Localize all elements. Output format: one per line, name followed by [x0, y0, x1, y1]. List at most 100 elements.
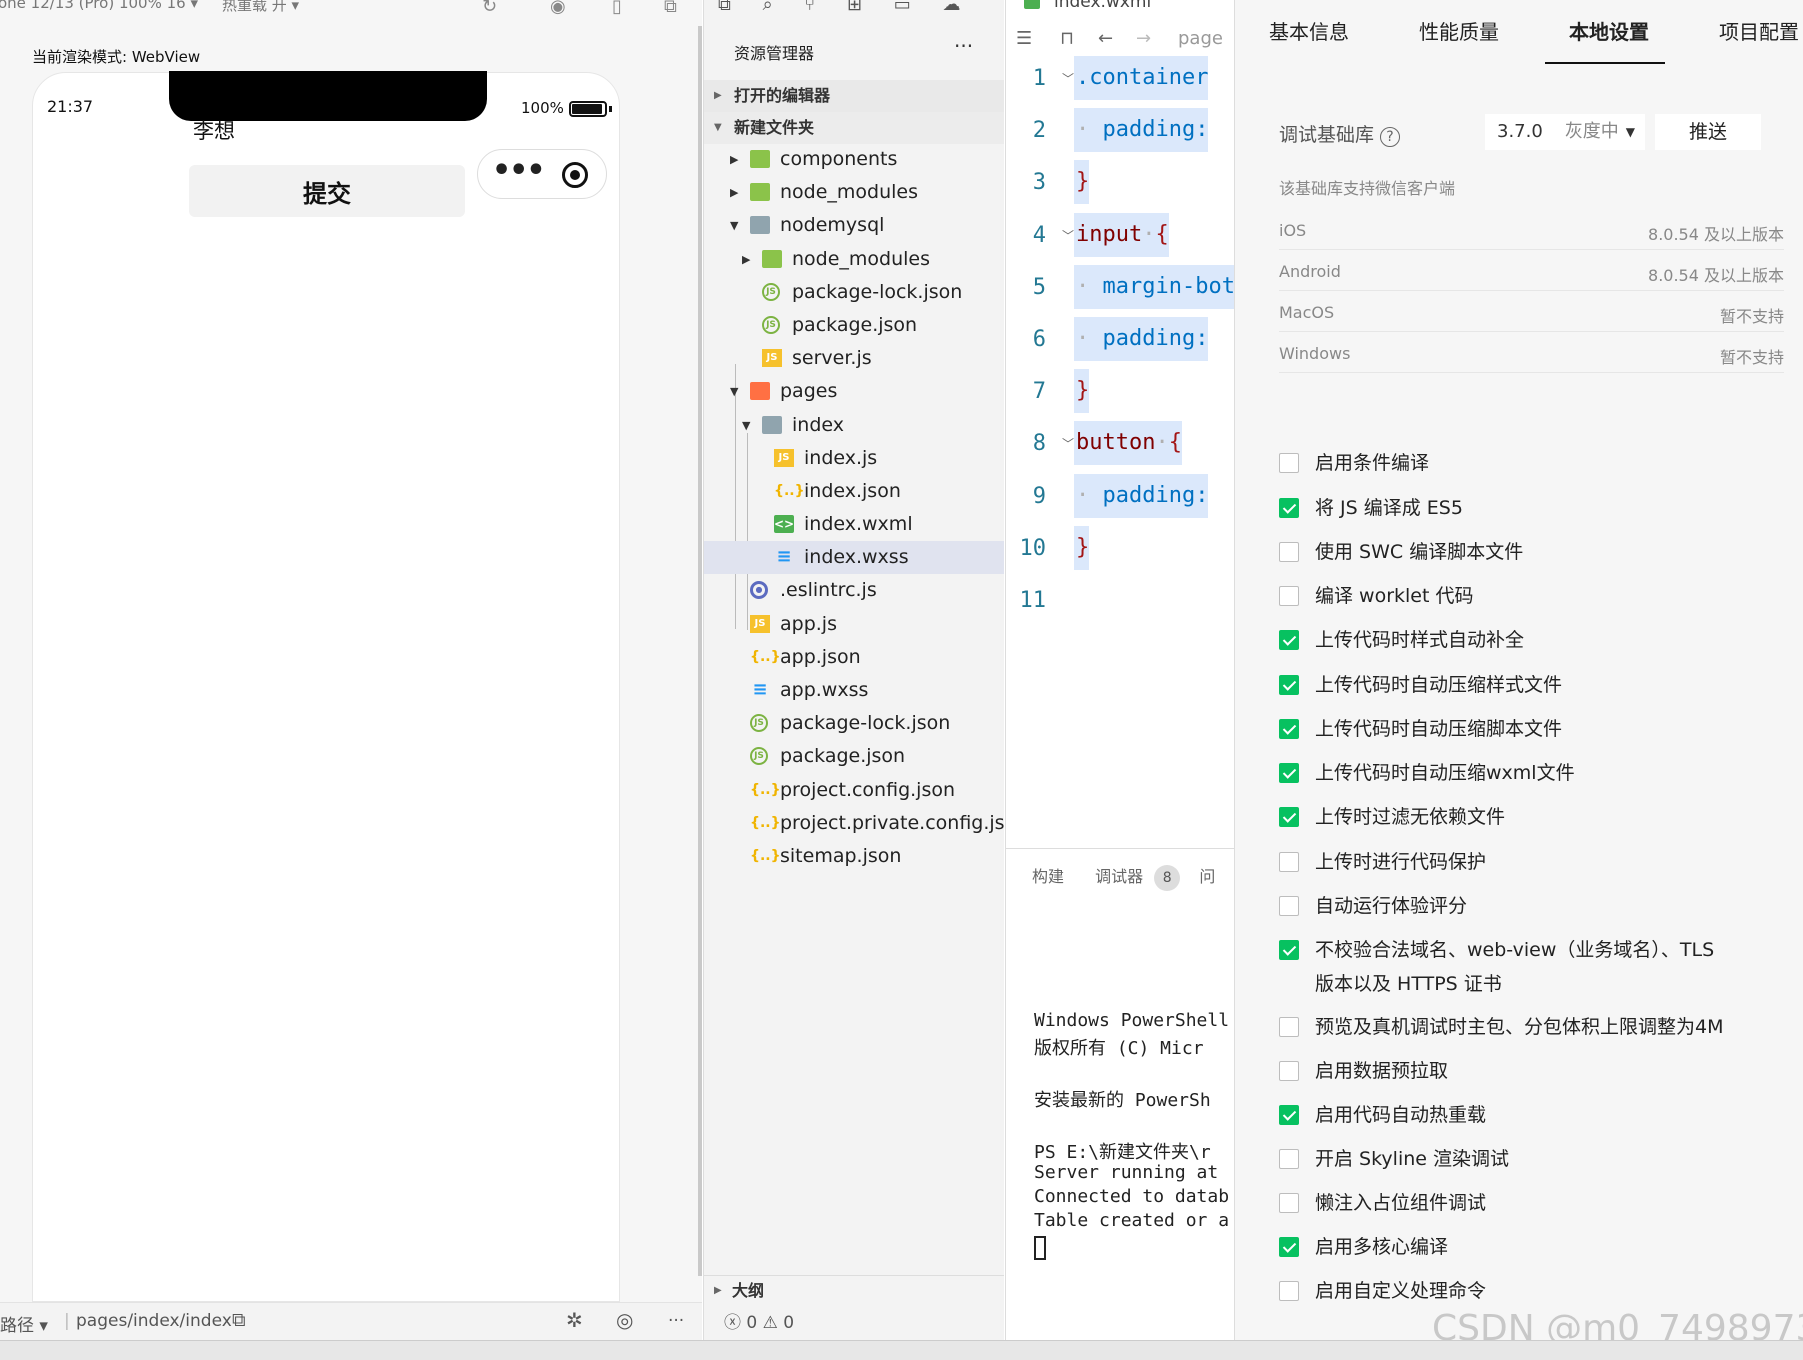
tree-item[interactable]: JS package.json — [704, 740, 1004, 773]
tree-item[interactable]: {..} app.json — [704, 641, 1004, 674]
search-icon[interactable]: ⌕ — [763, 0, 773, 15]
checkbox-unchecked[interactable] — [1279, 453, 1299, 473]
platform-name: Windows — [1279, 344, 1351, 363]
checkbox-unchecked[interactable] — [1279, 1060, 1299, 1081]
tab-build[interactable]: 构建 — [1032, 867, 1064, 886]
eye-icon[interactable]: ◎ — [616, 1308, 633, 1332]
tab-basic-info[interactable]: 基本信息 — [1269, 16, 1349, 45]
checkbox-checked[interactable] — [1279, 718, 1299, 739]
back-arrow-icon[interactable]: ← — [1098, 28, 1113, 49]
option-label: 上传时进行代码保护 — [1315, 850, 1487, 873]
chevron-down-icon[interactable]: ▼ — [730, 375, 738, 408]
tree-item[interactable]: JS app.js — [704, 608, 1004, 641]
more-dots-icon[interactable]: ••• — [492, 156, 546, 186]
tree-item[interactable]: {..} sitemap.json — [704, 840, 1004, 873]
chevron-right-icon[interactable]: ▶ — [730, 176, 738, 209]
checkbox-checked[interactable] — [1279, 497, 1299, 518]
copy-window-icon[interactable]: ⧉ — [664, 0, 677, 17]
submit-button[interactable]: 提交 — [189, 165, 465, 217]
checkbox-checked[interactable] — [1279, 939, 1299, 960]
checkbox-unchecked[interactable] — [1279, 851, 1299, 872]
checkbox-checked[interactable] — [1279, 762, 1299, 783]
hot-reload-toggle[interactable]: 热重载 开 ▾ — [222, 0, 299, 15]
option-label: 上传代码时自动压缩脚本文件 — [1315, 717, 1563, 740]
tree-item[interactable]: ▼ index — [704, 409, 1004, 442]
tab-problems[interactable]: 问 — [1199, 867, 1215, 886]
tree-item[interactable]: JS package-lock.json — [704, 276, 1004, 309]
support-title: 该基础库支持微信客户端 — [1279, 179, 1456, 198]
chevron-down-icon[interactable]: ▼ — [730, 209, 738, 242]
fold-chevron-icon[interactable]: ﹀ — [1062, 435, 1074, 452]
open-editors-section[interactable]: ▶ 打开的编辑器 — [704, 80, 1004, 112]
tree-item[interactable]: ▼ nodemysql — [704, 209, 1004, 242]
push-button[interactable]: 推送 — [1655, 114, 1761, 150]
tab-debugger[interactable]: 调试器 — [1095, 867, 1143, 886]
more-icon[interactable]: ··· — [668, 1311, 684, 1331]
checkbox-checked[interactable] — [1279, 629, 1299, 650]
outline-section[interactable]: ▶ 大纲 — [704, 1275, 1004, 1305]
lib-version-select[interactable]: 3.7.0 灰度中 ▼ — [1485, 114, 1645, 150]
tree-item[interactable]: ▼ pages — [704, 375, 1004, 408]
path-select[interactable]: 路径 ▾ — [0, 1311, 48, 1336]
tree-item[interactable]: ▶ node_modules — [704, 176, 1004, 209]
checkbox-unchecked[interactable] — [1279, 1192, 1299, 1213]
checkbox-unchecked[interactable] — [1279, 895, 1299, 916]
box-icon[interactable]: ▭ — [894, 0, 911, 15]
tree-item[interactable]: {..} project.config.json — [704, 774, 1004, 807]
tree-item[interactable]: ▶ node_modules — [704, 243, 1004, 276]
tree-item[interactable]: JS index.js — [704, 442, 1004, 475]
code-line: · padding: — [1074, 473, 1209, 518]
copy-path-icon[interactable]: ⧉ — [232, 1309, 246, 1331]
folder-section[interactable]: ▼ 新建文件夹 — [704, 112, 1004, 144]
phone-icon[interactable]: ▯ — [612, 0, 622, 17]
checkbox-checked[interactable] — [1279, 1236, 1299, 1257]
grid-icon[interactable]: ⊞ — [847, 0, 862, 15]
close-target-icon[interactable] — [562, 162, 588, 188]
checkbox-checked[interactable] — [1279, 806, 1299, 827]
cloud-icon[interactable]: ☁ — [943, 0, 961, 15]
checkbox-unchecked[interactable] — [1279, 541, 1299, 562]
checkbox-unchecked[interactable] — [1279, 1281, 1299, 1301]
fold-chevron-icon[interactable]: ﹀ — [1062, 70, 1074, 87]
checkbox-checked[interactable] — [1279, 1104, 1299, 1125]
status-battery-percent: 100% — [521, 99, 564, 117]
chevron-down-icon[interactable]: ▼ — [742, 409, 750, 442]
tree-item[interactable]: ▶ components — [704, 143, 1004, 176]
tree-item[interactable]: ≡ index.wxss — [704, 541, 1004, 575]
checkbox-unchecked[interactable] — [1279, 1016, 1299, 1037]
checkbox-unchecked[interactable] — [1279, 1148, 1299, 1169]
list-icon[interactable]: ☰ — [1016, 28, 1032, 49]
bookmark-icon[interactable]: ⊓ — [1060, 28, 1074, 49]
tab-performance[interactable]: 性能质量 — [1419, 16, 1499, 45]
tree-item[interactable]: {..} index.json — [704, 475, 1004, 508]
chevron-right-icon[interactable]: ▶ — [742, 243, 750, 276]
editor-tab[interactable]: index.wxml — [1024, 0, 1151, 12]
refresh-icon[interactable]: ↻ — [482, 0, 497, 17]
tree-item[interactable]: JS package.json — [704, 309, 1004, 342]
chevron-right-icon[interactable]: ▶ — [730, 143, 738, 176]
explorer-more-button[interactable]: ··· — [954, 34, 973, 58]
branch-icon[interactable]: ⑂ — [804, 0, 815, 15]
option-label: 懒注入占位组件调试 — [1315, 1191, 1487, 1214]
copy-icon[interactable]: ⧉ — [718, 0, 731, 15]
fold-chevron-icon[interactable]: ﹀ — [1062, 227, 1074, 244]
tree-item[interactable]: <> index.wxml — [704, 508, 1004, 541]
tree-item[interactable]: JS server.js — [704, 342, 1004, 375]
tab-project-config[interactable]: 项目配置 — [1719, 16, 1799, 45]
line-number: 1 — [1032, 66, 1046, 91]
tree-item[interactable]: ● .eslintrc.js — [704, 574, 1004, 607]
simulator-scrollbar[interactable] — [698, 26, 702, 1276]
stop-icon[interactable]: ◉ — [550, 0, 566, 17]
breadcrumb-path[interactable]: page — [1178, 28, 1223, 49]
checkbox-checked[interactable] — [1279, 674, 1299, 695]
help-icon[interactable]: ? — [1380, 127, 1401, 147]
checkbox-unchecked[interactable] — [1279, 585, 1299, 606]
device-select[interactable]: one 12/13 (Pro) 100% 16 ▾ — [0, 0, 198, 12]
tree-item[interactable]: ≡ app.wxss — [704, 674, 1004, 707]
tree-item[interactable]: {..} project.private.config.js... — [704, 807, 1004, 840]
tree-item[interactable]: JS package-lock.json — [704, 707, 1004, 740]
problems-counter[interactable]: ⓧ 0 ⚠ 0 — [724, 1308, 794, 1333]
tab-local-settings[interactable]: 本地设置 — [1569, 16, 1649, 45]
bug-icon[interactable]: ✲ — [566, 1308, 583, 1332]
forward-arrow-icon[interactable]: → — [1136, 28, 1151, 49]
